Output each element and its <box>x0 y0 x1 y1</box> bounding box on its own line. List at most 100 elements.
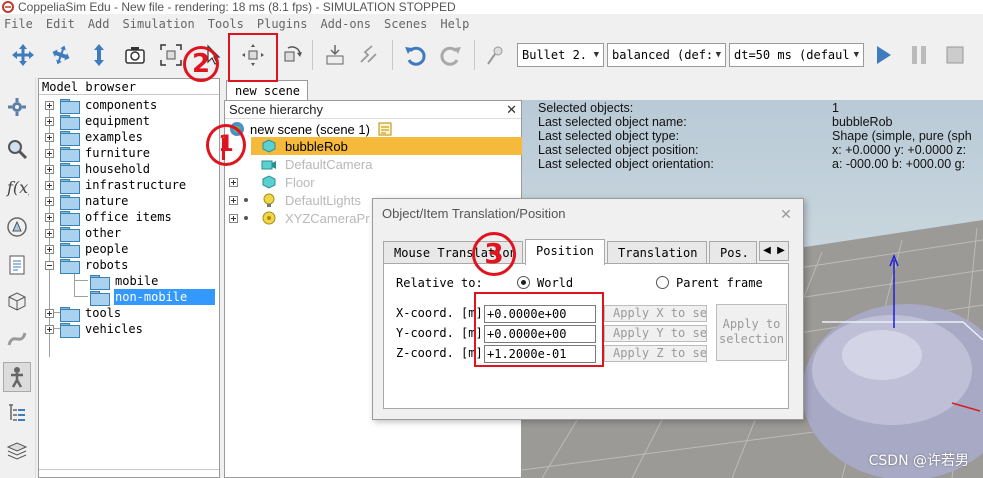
tab-position-partial[interactable]: Pos. <box>709 241 757 263</box>
expand-icon[interactable] <box>45 244 54 254</box>
expand-icon[interactable] <box>45 164 54 174</box>
close-icon[interactable]: ✕ <box>506 101 517 119</box>
close-icon[interactable]: ✕ <box>779 207 793 221</box>
model-folder-people[interactable]: people <box>45 241 128 258</box>
cube-icon <box>8 292 26 311</box>
menu-simulation[interactable]: Simulation <box>123 17 195 31</box>
chevron-down-icon: ▼ <box>715 50 721 60</box>
camera-pan-button[interactable] <box>8 39 38 71</box>
scene-hierarchy-toggle-button[interactable] <box>3 398 31 428</box>
scripts-button[interactable] <box>3 250 31 280</box>
object-row-defaultlights[interactable]: DefaultLights <box>229 191 361 209</box>
menu-edit[interactable]: Edit <box>46 17 75 31</box>
tab-translation[interactable]: Translation <box>607 241 707 263</box>
expand-icon[interactable] <box>45 324 54 334</box>
expand-icon[interactable] <box>45 180 54 190</box>
model-folder-non-mobile[interactable]: non-mobile <box>90 289 187 306</box>
model-folder-equipment[interactable]: equipment <box>45 113 150 130</box>
object-row-bubblerob[interactable]: bubbleRob <box>237 137 348 155</box>
parent-frame-radio[interactable] <box>656 276 669 289</box>
menu-file[interactable]: File <box>4 17 33 31</box>
model-folder-label: household <box>85 162 151 176</box>
path-edit-button[interactable] <box>3 324 31 354</box>
camera-shift-button[interactable] <box>84 39 114 71</box>
pause-simulation-button[interactable] <box>904 39 934 71</box>
menu-help[interactable]: Help <box>440 17 469 31</box>
redo-button[interactable] <box>436 39 466 71</box>
folder-icon <box>60 114 80 130</box>
fit-to-view-button[interactable] <box>156 39 186 71</box>
object-row-floor[interactable]: Floor <box>229 173 315 191</box>
layers-button[interactable] <box>3 436 31 466</box>
timestep-select[interactable]: dt=50 ms (defaul ▼ <box>729 43 864 67</box>
chevron-right-icon[interactable]: ▶ <box>774 242 788 260</box>
expand-icon[interactable] <box>45 212 54 222</box>
model-folder-robots[interactable]: robots <box>45 257 128 274</box>
rotate-object-icon <box>284 46 302 62</box>
menu-scenes[interactable]: Scenes <box>384 17 427 31</box>
model-folder-furniture[interactable]: furniture <box>45 145 150 162</box>
menu-plugins[interactable]: Plugins <box>257 17 308 31</box>
model-folder-mobile[interactable]: mobile <box>90 273 158 290</box>
light-bulb-icon <box>263 193 275 207</box>
expand-icon[interactable] <box>229 195 238 205</box>
expand-icon[interactable] <box>45 196 54 206</box>
search-object-button[interactable] <box>3 134 31 164</box>
calculation-modules-button[interactable]: f(x) <box>3 172 31 202</box>
camera-angle-button[interactable] <box>120 39 150 71</box>
parent-frame-label: Parent frame <box>676 276 763 290</box>
folder-icon <box>60 242 80 258</box>
collapse-icon[interactable] <box>45 260 54 270</box>
object-rotate-button[interactable] <box>276 39 306 71</box>
model-folder-other[interactable]: other <box>45 225 121 242</box>
expand-icon[interactable] <box>45 308 54 318</box>
model-folder-household[interactable]: household <box>45 161 151 178</box>
start-simulation-button[interactable] <box>868 39 898 71</box>
menu-tools[interactable]: Tools <box>208 17 244 31</box>
scene-root-label: new scene (scene 1) <box>250 121 370 137</box>
stop-simulation-button[interactable] <box>940 39 970 71</box>
transfer-dna-button[interactable] <box>354 39 384 71</box>
dynamics-toggle-button[interactable] <box>480 39 510 71</box>
apply-to-selection-button[interactable]: Apply to selection <box>716 304 787 361</box>
chevron-left-icon[interactable]: ◀ <box>760 242 774 260</box>
model-folder-components[interactable]: components <box>45 97 157 114</box>
folder-icon <box>60 194 80 210</box>
object-row-defaultcamera[interactable]: DefaultCamera <box>237 155 372 173</box>
expand-icon[interactable] <box>45 116 54 126</box>
accuracy-select[interactable]: balanced (def: ▼ <box>607 43 726 67</box>
shape-edit-button[interactable] <box>3 286 31 316</box>
model-folder-vehicles[interactable]: vehicles <box>45 321 143 338</box>
apply-y-button[interactable]: Apply Y to sel. <box>604 325 707 342</box>
expand-icon[interactable] <box>229 213 238 223</box>
tab-new-scene[interactable]: new scene <box>226 80 308 100</box>
scene-root-row[interactable]: new scene (scene 1) <box>229 120 392 138</box>
expand-icon[interactable] <box>45 228 54 238</box>
camera-rotate-button[interactable] <box>46 39 76 71</box>
simulation-settings-button[interactable] <box>3 92 31 122</box>
undo-button[interactable] <box>400 39 430 71</box>
expand-icon[interactable] <box>229 177 238 187</box>
world-radio[interactable] <box>517 276 530 289</box>
expand-icon[interactable] <box>45 132 54 142</box>
collections-button[interactable] <box>3 212 31 242</box>
object-label: Floor <box>285 174 315 190</box>
model-folder-examples[interactable]: examples <box>45 129 143 146</box>
model-folder-tools[interactable]: tools <box>45 305 121 322</box>
model-browser-toggle-button[interactable] <box>3 362 31 392</box>
assemble-button[interactable] <box>320 39 350 71</box>
menu-addons[interactable]: Add-ons <box>320 17 371 31</box>
physics-engine-select[interactable]: Bullet 2. ▼ <box>517 43 604 67</box>
menu-add[interactable]: Add <box>88 17 110 31</box>
tab-position[interactable]: Position <box>525 239 605 265</box>
apply-to-selection-line2: selection <box>718 332 785 346</box>
apply-z-button[interactable]: Apply Z to sel. <box>604 345 707 362</box>
scene-tab-bar: new scene <box>222 78 983 100</box>
model-folder-office-items[interactable]: office items <box>45 209 172 226</box>
expand-icon[interactable] <box>45 100 54 110</box>
model-folder-nature[interactable]: nature <box>45 193 128 210</box>
expand-icon[interactable] <box>45 148 54 158</box>
model-folder-infrastructure[interactable]: infrastructure <box>45 177 186 194</box>
apply-x-button[interactable]: Apply X to sel. <box>604 305 707 322</box>
object-row-xyzcamera[interactable]: XYZCameraPr <box>229 209 370 227</box>
